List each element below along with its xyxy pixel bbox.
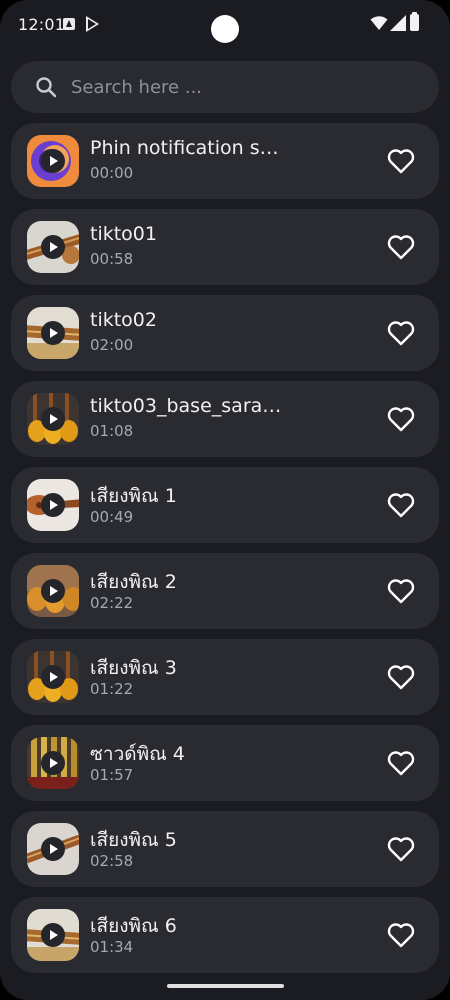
song-thumbnail [27, 909, 79, 961]
song-duration: 01:34 [90, 938, 134, 956]
heart-icon[interactable] [387, 492, 415, 518]
heart-icon[interactable] [387, 836, 415, 862]
status-bar: 12:01 [0, 0, 450, 48]
song-item[interactable]: เสียงพิณ 6 01:34 [11, 897, 439, 973]
song-duration: 00:00 [90, 164, 134, 182]
song-title: tikto03_base_saran L... [90, 395, 290, 417]
song-item[interactable]: เสียงพิณ 5 02:58 [11, 811, 439, 887]
song-title: tikto01 [90, 223, 157, 245]
song-thumbnail [27, 737, 79, 789]
play-icon[interactable] [41, 665, 65, 689]
search-input[interactable] [71, 61, 421, 113]
heart-icon[interactable] [387, 578, 415, 604]
song-title: เสียงพิณ 2 [90, 571, 177, 593]
signal-icon [390, 15, 406, 31]
home-indicator[interactable] [167, 984, 284, 988]
play-icon[interactable] [41, 235, 65, 259]
heart-icon[interactable] [387, 664, 415, 690]
search-bar[interactable] [11, 61, 439, 113]
search-icon [36, 77, 57, 98]
wifi-icon [370, 16, 388, 30]
notification-a-icon [63, 18, 75, 30]
play-icon[interactable] [41, 407, 65, 431]
play-icon[interactable] [41, 321, 65, 345]
song-list: Phin notification sou... 00:00 tikto01 0… [11, 123, 439, 983]
heart-icon[interactable] [387, 922, 415, 948]
heart-icon[interactable] [387, 148, 415, 174]
song-title: เสียงพิณ 6 [90, 915, 177, 937]
song-duration: 00:58 [90, 250, 134, 268]
song-title: เสียงพิณ 1 [90, 485, 177, 507]
song-thumbnail [27, 393, 79, 445]
camera-cutout [211, 15, 239, 43]
song-thumbnail [27, 135, 79, 187]
song-item[interactable]: เสียงพิณ 1 00:49 [11, 467, 439, 543]
play-store-icon [86, 16, 99, 32]
song-item[interactable]: tikto03_base_saran L... 01:08 [11, 381, 439, 457]
song-thumbnail [27, 823, 79, 875]
song-duration: 02:00 [90, 336, 134, 354]
song-item[interactable]: tikto02 02:00 [11, 295, 439, 371]
song-title: เสียงพิณ 3 [90, 657, 177, 679]
play-icon[interactable] [41, 493, 65, 517]
heart-icon[interactable] [387, 406, 415, 432]
song-item[interactable]: เสียงพิณ 2 02:22 [11, 553, 439, 629]
play-icon[interactable] [41, 837, 65, 861]
song-title: เสียงพิณ 5 [90, 829, 177, 851]
song-duration: 01:57 [90, 766, 134, 784]
song-thumbnail [27, 565, 79, 617]
heart-icon[interactable] [387, 234, 415, 260]
heart-icon[interactable] [387, 750, 415, 776]
song-title: Phin notification sou... [90, 137, 290, 159]
song-duration: 00:49 [90, 508, 134, 526]
phone-screen: 12:01 Search here ... Phin notification … [0, 0, 450, 1000]
battery-icon [410, 12, 419, 31]
song-title: ซาวด์พิณ 4 [90, 743, 185, 765]
song-title: tikto02 [90, 309, 157, 331]
song-item[interactable]: เสียงพิณ 3 01:22 [11, 639, 439, 715]
play-icon[interactable] [41, 579, 65, 603]
song-duration: 01:22 [90, 680, 134, 698]
song-item[interactable]: ซาวด์พิณ 4 01:57 [11, 725, 439, 801]
song-thumbnail [27, 479, 79, 531]
song-thumbnail [27, 651, 79, 703]
status-time: 12:01 [18, 15, 66, 34]
heart-icon[interactable] [387, 320, 415, 346]
play-icon[interactable] [41, 923, 65, 947]
song-item[interactable]: Phin notification sou... 00:00 [11, 123, 439, 199]
play-icon[interactable] [41, 149, 65, 173]
song-duration: 02:22 [90, 594, 134, 612]
play-icon[interactable] [41, 751, 65, 775]
song-thumbnail [27, 307, 79, 359]
song-duration: 02:58 [90, 852, 134, 870]
song-thumbnail [27, 221, 79, 273]
song-item[interactable]: tikto01 00:58 [11, 209, 439, 285]
song-duration: 01:08 [90, 422, 134, 440]
